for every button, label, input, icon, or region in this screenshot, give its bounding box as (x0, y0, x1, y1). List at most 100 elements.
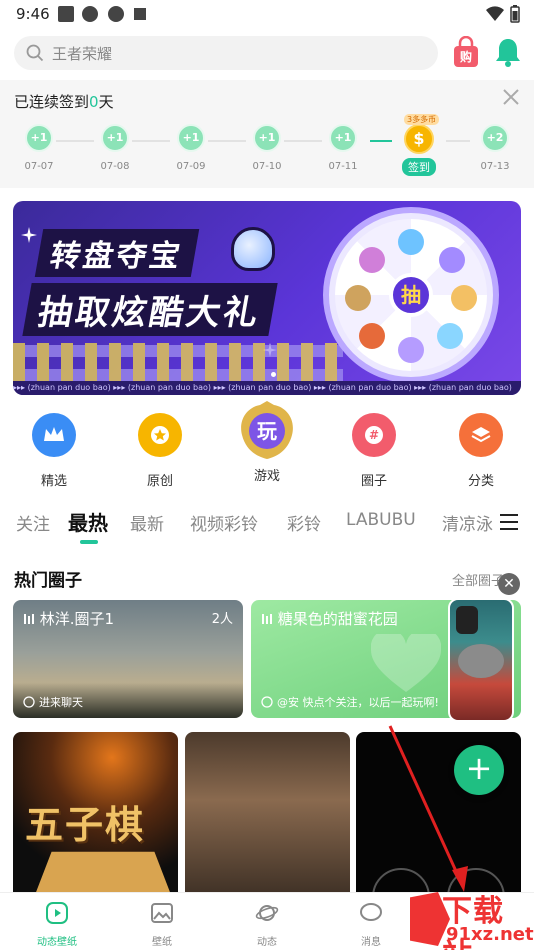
day-date: 07-13 (480, 161, 510, 172)
section-heading: 热门圈子 (14, 571, 82, 591)
close-floating-ad-button[interactable]: ✕ (498, 573, 520, 595)
game-laurel-icon: 玩 (232, 399, 302, 465)
wallpaper-tile[interactable]: 五子棋 (13, 732, 178, 902)
banner-title-line2: 抽取炫酷大礼 (22, 283, 278, 336)
category-classify[interactable]: 分类 (441, 413, 521, 489)
day-connector (370, 140, 392, 142)
cat-illustration (458, 644, 504, 678)
checkin-day: +1 07-09 (164, 122, 218, 172)
category-original[interactable]: 原创 (120, 413, 200, 489)
category-row: 精选 原创 玩 游戏 # 圈子 分类 (0, 401, 534, 489)
coin-icon: $ (404, 124, 434, 154)
category-game[interactable]: 玩 游戏 (227, 401, 307, 484)
nav-feed[interactable]: 动态 (227, 901, 307, 948)
tab-hottest[interactable]: 最热 (68, 510, 108, 544)
tab-menu-button[interactable] (498, 512, 520, 532)
annotation-arrow (388, 725, 468, 892)
tab-video-ringtone[interactable]: 视频彩铃 (190, 510, 258, 535)
category-circle[interactable]: # 圈子 (334, 413, 414, 489)
banner-title-line1: 转盘夺宝 (34, 229, 200, 277)
nav-wallpaper[interactable]: 壁纸 (122, 901, 202, 948)
tab-ringtone[interactable]: 彩铃 (287, 510, 321, 535)
crown-icon (32, 413, 76, 457)
circle-message-text: @安 快点个关注，以后一起玩啊! (277, 696, 439, 709)
tab-follow[interactable]: 关注 (16, 510, 50, 535)
floating-phone-case-ad[interactable] (448, 598, 514, 722)
category-label: 原创 (146, 474, 173, 489)
nav-messages[interactable]: 消息 (331, 901, 411, 948)
hashtag-icon: # (352, 413, 396, 457)
shopping-bag-icon: 购 (454, 35, 478, 67)
prize-icon (439, 247, 465, 273)
heart-icon (371, 634, 441, 692)
wallpaper-tile[interactable] (185, 732, 350, 902)
day-reward: +1 (329, 124, 357, 152)
circle-message: 进来聊天 (23, 694, 83, 710)
day-reward: +1 (101, 124, 129, 152)
notification-bell-button[interactable] (494, 36, 522, 68)
prize-icon (437, 323, 463, 349)
category-label: 精选 (40, 474, 67, 489)
tab-cool-swim[interactable]: 清凉泳 (442, 510, 493, 535)
checkin-day: +1 07-11 (316, 122, 370, 172)
tab-newest[interactable]: 最新 (130, 510, 164, 535)
day-date: 07-07 (24, 161, 54, 172)
day-reward: +1 (177, 124, 205, 152)
banner-pinyin-strip: ▸▸▸ (zhuan pan duo bao) ▸▸▸ (zhuan pan d… (13, 381, 521, 395)
notification-square-icon (58, 6, 74, 22)
search-row: 王者荣耀 购 (0, 32, 534, 76)
promo-banner[interactable]: 转盘夺宝 抽取炫酷大礼 抽 ▸▸▸ (zhuan pan duo bao) ▸▸… (13, 201, 521, 395)
wifi-icon (486, 6, 504, 22)
status-right (486, 5, 520, 23)
bonus-badge: 3多多币 (404, 114, 440, 125)
checkin-days: 0 (89, 93, 99, 111)
day-reward: +2 (481, 124, 509, 152)
category-label: 游戏 (253, 469, 280, 484)
shop-button[interactable]: 购 (452, 35, 480, 68)
medal-icon (138, 413, 182, 457)
circle-title: 糖果色的甜蜜花园 (261, 608, 398, 629)
sign-in-button[interactable]: 签到 (402, 158, 436, 176)
nav-live-wallpaper[interactable]: 动态壁纸 (17, 901, 97, 948)
day-connector (446, 140, 470, 142)
content-tabs: 关注 最热 最新 视频彩铃 彩铃 LABUBU 清凉泳 (0, 510, 534, 546)
chat-icon (360, 903, 382, 921)
circle-card[interactable]: 林洋.圈子1 2人 进来聊天 (13, 600, 243, 718)
sparkle-icon (21, 227, 37, 243)
checkin-day: +2 07-13 (468, 122, 522, 172)
circle-message: @安 快点个关注，以后一起玩啊! (261, 694, 439, 710)
play-icon (46, 902, 68, 924)
app-notification-icon (82, 6, 98, 22)
camera-module-icon (456, 606, 478, 634)
site-watermark: 下载站 91xz.net (410, 884, 534, 950)
checkin-day: +1 07-08 (88, 122, 142, 172)
checkin-title: 已连续签到0天 (14, 91, 114, 112)
category-label: 圈子 (360, 474, 387, 489)
checkin-day: +1 07-07 (12, 122, 66, 172)
circle-message-text: 进来聊天 (39, 696, 83, 709)
nav-label: 壁纸 (152, 937, 172, 948)
prize-icon (359, 323, 385, 349)
search-input[interactable]: 王者荣耀 (14, 36, 438, 70)
prize-icon (345, 285, 371, 311)
chat-bubble-icon (261, 696, 273, 708)
all-circles-link[interactable]: 全部圈子 (452, 570, 504, 589)
circle-title-text: 糖果色的甜蜜花园 (277, 610, 398, 628)
category-featured[interactable]: 精选 (14, 413, 94, 489)
member-count: 2人 (211, 612, 233, 627)
planet-icon (255, 905, 279, 921)
status-bar: 9:46 (0, 0, 534, 30)
menu-icon (500, 514, 518, 530)
wheel-center-button[interactable]: 抽 (389, 273, 433, 317)
circle-title: 林洋.圈子1 (23, 608, 114, 629)
svg-text:玩: 玩 (257, 419, 277, 443)
gomoku-title: 五子棋 (25, 803, 146, 847)
app-notification-icon (108, 6, 124, 22)
checkin-day-today[interactable]: 3多多币 $ 签到 (392, 114, 446, 176)
nav-label: 动态 (257, 937, 277, 948)
ghost-mascot-icon (231, 227, 275, 271)
close-icon[interactable] (500, 86, 522, 108)
checkin-day: +1 07-10 (240, 122, 294, 172)
day-date: 07-10 (252, 161, 282, 172)
tab-labubu[interactable]: LABUBU (346, 510, 416, 530)
